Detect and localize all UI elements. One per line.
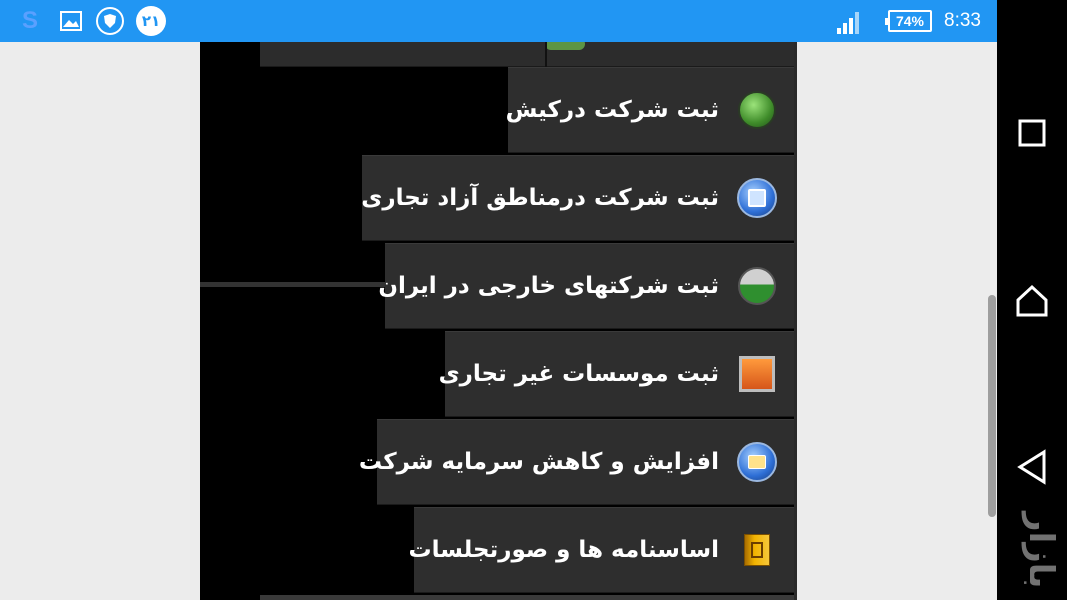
menu-item-label: افزایش و کاهش سرمایه شرکت [358, 449, 719, 475]
orange-square-icon [737, 354, 777, 394]
recent-apps-button[interactable] [1012, 113, 1052, 153]
blue-document-icon [737, 178, 777, 218]
signal-icon [836, 10, 862, 34]
menu-item-label: ثبت شرکت درکیش [505, 97, 719, 123]
partial-item-icon [545, 42, 585, 50]
menu-item-label: اساسنامه ها و صورتجلسات [408, 537, 719, 563]
menu-item-kish[interactable]: ثبت شرکت درکیش [505, 67, 795, 153]
app-menu-panel: ثبت شرکت درکیش ثبت شرکت درمناطق آزاد تجا… [200, 42, 797, 600]
scrollbar-thumb[interactable] [988, 295, 996, 517]
home-button[interactable] [1012, 280, 1052, 320]
previous-menu-item-partial[interactable] [260, 42, 795, 67]
back-button[interactable] [1012, 447, 1052, 487]
clock: 8:33 [944, 10, 981, 31]
menu-item-label: ثبت شرکت درمناطق آزاد تجاری [361, 185, 719, 211]
recent-apps-icon [1018, 119, 1046, 147]
battery-icon: 74% [885, 10, 932, 32]
bazaar-watermark-logo: بازار [1021, 511, 1061, 589]
back-icon [1017, 449, 1046, 485]
archive-book-icon [737, 530, 777, 570]
gallery-icon [57, 7, 85, 35]
shield-icon [96, 7, 124, 35]
panel-edge [794, 42, 797, 600]
dome-icon [737, 266, 777, 306]
navigation-bar: بازار [997, 0, 1067, 600]
home-icon [1016, 284, 1048, 317]
menu-item-label: ثبت شرکتهای خارجی در ایران [378, 273, 719, 299]
divider [545, 42, 547, 67]
status-bar: S ۲۱ 74% 8:33 [0, 0, 997, 42]
blue-folder-icon [737, 442, 777, 482]
next-menu-item-partial[interactable] [260, 595, 795, 600]
menu-item-non-commercial[interactable]: ثبت موسسات غیر تجاری [439, 331, 795, 417]
number-badge-icon: ۲۱ [136, 6, 166, 36]
menu-item-free-zones[interactable]: ثبت شرکت درمناطق آزاد تجاری [361, 155, 795, 241]
divider [200, 282, 400, 287]
menu-item-label: ثبت موسسات غیر تجاری [438, 361, 719, 387]
menu-item-foreign-companies[interactable]: ثبت شرکتهای خارجی در ایران [378, 243, 795, 329]
menu-item-capital-change[interactable]: افزایش و کاهش سرمایه شرکت [359, 419, 795, 505]
s-app-icon: S [21, 7, 38, 34]
menu-item-articles-minutes[interactable]: اساسنامه ها و صورتجلسات [408, 507, 795, 593]
green-circle-icon [737, 90, 777, 130]
